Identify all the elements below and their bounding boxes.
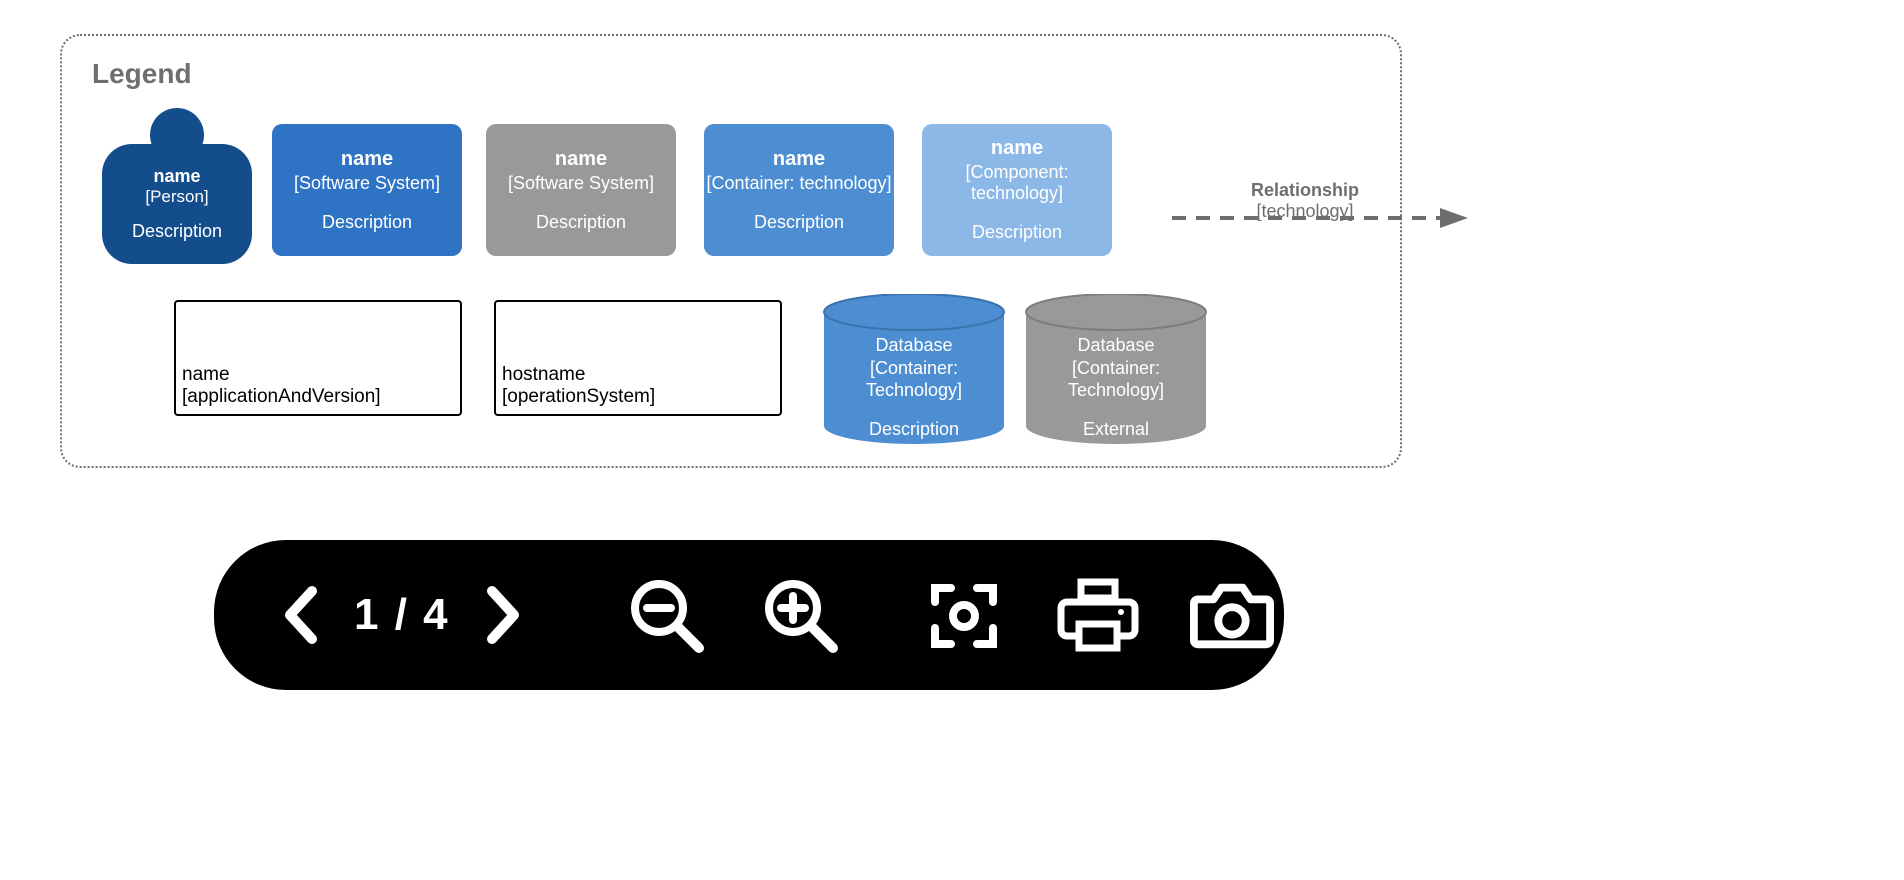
legend-person: name [Person] Description <box>102 108 252 264</box>
host-name: hostname <box>502 364 585 385</box>
ss-internal-type: [Software System] <box>272 173 462 194</box>
container-name: name <box>704 148 894 171</box>
component-desc: Description <box>922 222 1112 243</box>
diagram-canvas: Legend name [Person] Description name [S… <box>0 0 1904 880</box>
zoom-out-button[interactable] <box>624 573 708 657</box>
db-internal-label: Database [Container: Technology] Descrip… <box>822 334 1006 440</box>
ss-external-desc: Description <box>486 212 676 233</box>
chevron-right-icon <box>480 585 524 645</box>
page-current: 1 <box>354 590 380 639</box>
host-label: hostname [operationSystem] <box>502 364 655 408</box>
print-button[interactable] <box>1056 573 1140 657</box>
ss-internal-desc: Description <box>272 212 462 233</box>
db-external-desc: External <box>1024 418 1208 441</box>
camera-icon <box>1190 579 1274 651</box>
instance-type: [applicationAndVersion] <box>182 386 381 407</box>
printer-icon <box>1057 576 1139 654</box>
legend-relationship: Relationship [technology] <box>1172 208 1468 248</box>
zoom-out-icon <box>627 576 705 654</box>
db-external-type: [Container: Technology] <box>1024 357 1208 402</box>
person-desc: Description <box>102 221 252 242</box>
instance-label: name [applicationAndVersion] <box>182 364 381 408</box>
host-type: [operationSystem] <box>502 386 655 407</box>
ss-internal-name: name <box>272 148 462 171</box>
component-name: name <box>922 137 1112 160</box>
page-nav-group: 1 / 4 <box>260 573 544 657</box>
person-name: name <box>102 166 252 187</box>
component-type: [Component: technology] <box>922 162 1112 204</box>
legend-instance-box: name [applicationAndVersion] <box>174 300 462 416</box>
person-type: [Person] <box>102 187 252 207</box>
ss-external-name: name <box>486 148 676 171</box>
db-internal-type: [Container: Technology] <box>822 357 1006 402</box>
db-external-label: Database [Container: Technology] Externa… <box>1024 334 1208 440</box>
page-indicator: 1 / 4 <box>354 590 450 640</box>
screenshot-button[interactable] <box>1190 573 1274 657</box>
fit-screen-button[interactable] <box>922 573 1006 657</box>
legend-software-system-internal: name [Software System] Description <box>272 124 462 256</box>
person-body: name [Person] Description <box>102 144 252 264</box>
page-total: 4 <box>423 590 449 639</box>
focus-frame-icon <box>925 576 1003 654</box>
legend-software-system-external: name [Software System] Description <box>486 124 676 256</box>
person-head-icon <box>150 108 204 162</box>
zoom-in-button[interactable] <box>758 573 842 657</box>
legend-container: name [Container: technology] Description <box>704 124 894 256</box>
db-internal-name: Database <box>822 334 1006 357</box>
legend-title: Legend <box>92 58 192 90</box>
legend-database-internal: Database [Container: Technology] Descrip… <box>822 294 1006 444</box>
ss-external-type: [Software System] <box>486 173 676 194</box>
relationship-name: Relationship <box>1251 180 1359 200</box>
legend-panel: Legend name [Person] Description name [S… <box>60 34 1402 468</box>
page-sep: / <box>380 590 423 639</box>
container-desc: Description <box>704 212 894 233</box>
viewer-toolbar: 1 / 4 <box>214 540 1284 690</box>
zoom-in-icon <box>761 576 839 654</box>
prev-page-button[interactable] <box>260 573 344 657</box>
dashed-arrow-icon <box>1172 208 1468 232</box>
legend-component: name [Component: technology] Description <box>922 124 1112 256</box>
db-internal-desc: Description <box>822 418 1006 441</box>
next-page-button[interactable] <box>460 573 544 657</box>
legend-host-box: hostname [operationSystem] <box>494 300 782 416</box>
legend-database-external: Database [Container: Technology] Externa… <box>1024 294 1208 444</box>
db-external-name: Database <box>1024 334 1208 357</box>
container-type: [Container: technology] <box>704 173 894 194</box>
instance-name: name <box>182 364 230 385</box>
chevron-left-icon <box>280 585 324 645</box>
